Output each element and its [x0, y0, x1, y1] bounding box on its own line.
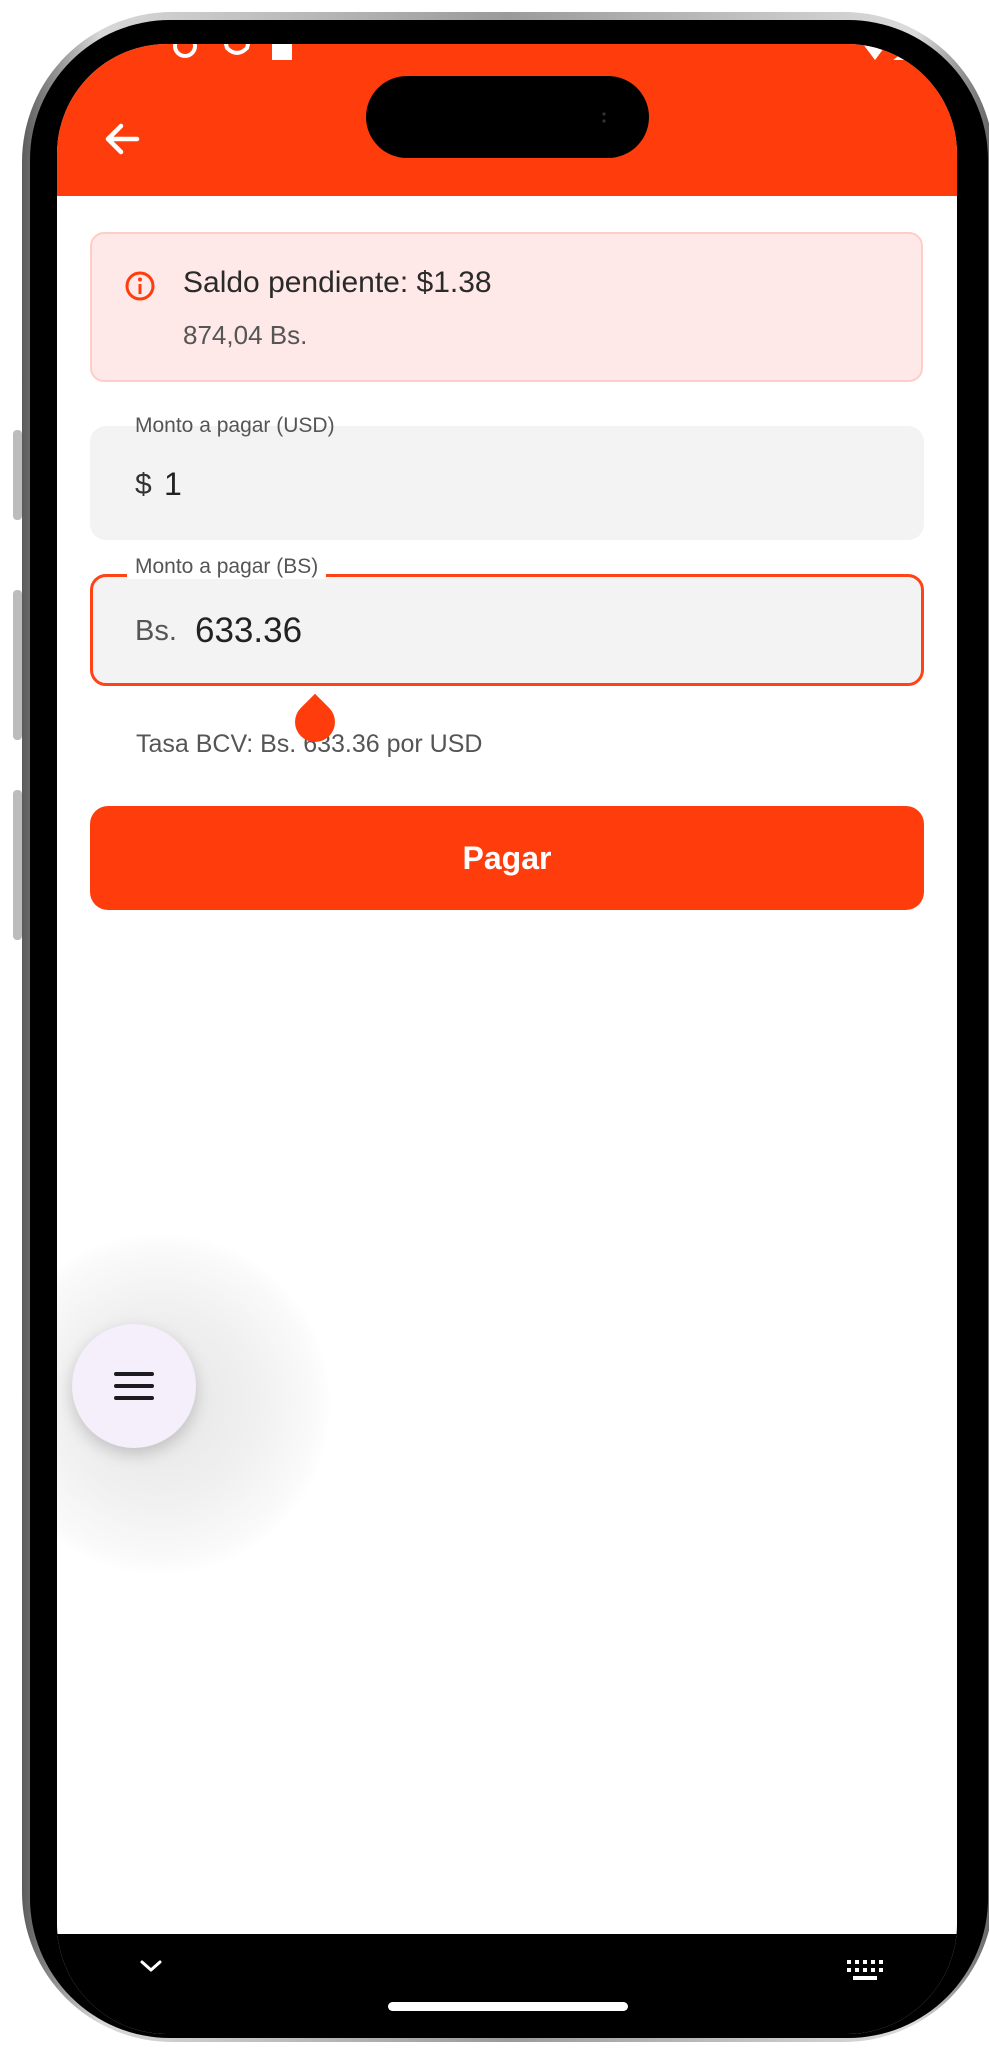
- chevron-down-icon[interactable]: [139, 1958, 163, 1974]
- phone-side-button: [13, 790, 22, 940]
- signal-icon: [863, 44, 931, 60]
- bs-amount-field[interactable]: Monto a pagar (BS) Bs. 633.36: [90, 555, 924, 686]
- info-icon: [125, 271, 155, 301]
- pending-balance-bs: 874,04 Bs.: [183, 320, 308, 350]
- shield-icon: [223, 44, 251, 55]
- system-nav-bar: [57, 1934, 957, 2034]
- bs-field-label: Monto a pagar (BS): [127, 555, 327, 579]
- dynamic-island: [366, 76, 649, 158]
- phone-side-button: [13, 430, 22, 520]
- arrow-left-icon: [105, 123, 140, 155]
- pending-balance-alert: Saldo pendiente: $1.38 874,04 Bs.: [90, 232, 923, 382]
- keyboard-icon[interactable]: [847, 1960, 883, 1984]
- menu-icon: [114, 1372, 154, 1400]
- bs-amount-value[interactable]: 633.36: [195, 611, 302, 651]
- app-bar: [57, 44, 957, 196]
- bs-prefix: Bs.: [135, 615, 177, 647]
- notification-icon: [173, 44, 197, 58]
- usd-field-label: Monto a pagar (USD): [135, 414, 335, 437]
- usd-prefix: $: [135, 468, 152, 501]
- pending-balance-title: Saldo pendiente: $1.38: [183, 266, 492, 299]
- menu-fab[interactable]: [72, 1324, 196, 1448]
- square-icon: [272, 44, 292, 60]
- camera-icon: [602, 112, 606, 123]
- usd-amount-field[interactable]: Monto a pagar (USD) $ 1: [90, 414, 924, 540]
- home-indicator[interactable]: [388, 2002, 628, 2011]
- pay-button[interactable]: Pagar: [90, 806, 924, 910]
- phone-side-button: [13, 590, 22, 740]
- back-button[interactable]: [97, 114, 147, 164]
- usd-amount-value[interactable]: 1: [164, 466, 182, 503]
- screen: Saldo pendiente: $1.38 874,04 Bs. Monto …: [57, 44, 957, 2034]
